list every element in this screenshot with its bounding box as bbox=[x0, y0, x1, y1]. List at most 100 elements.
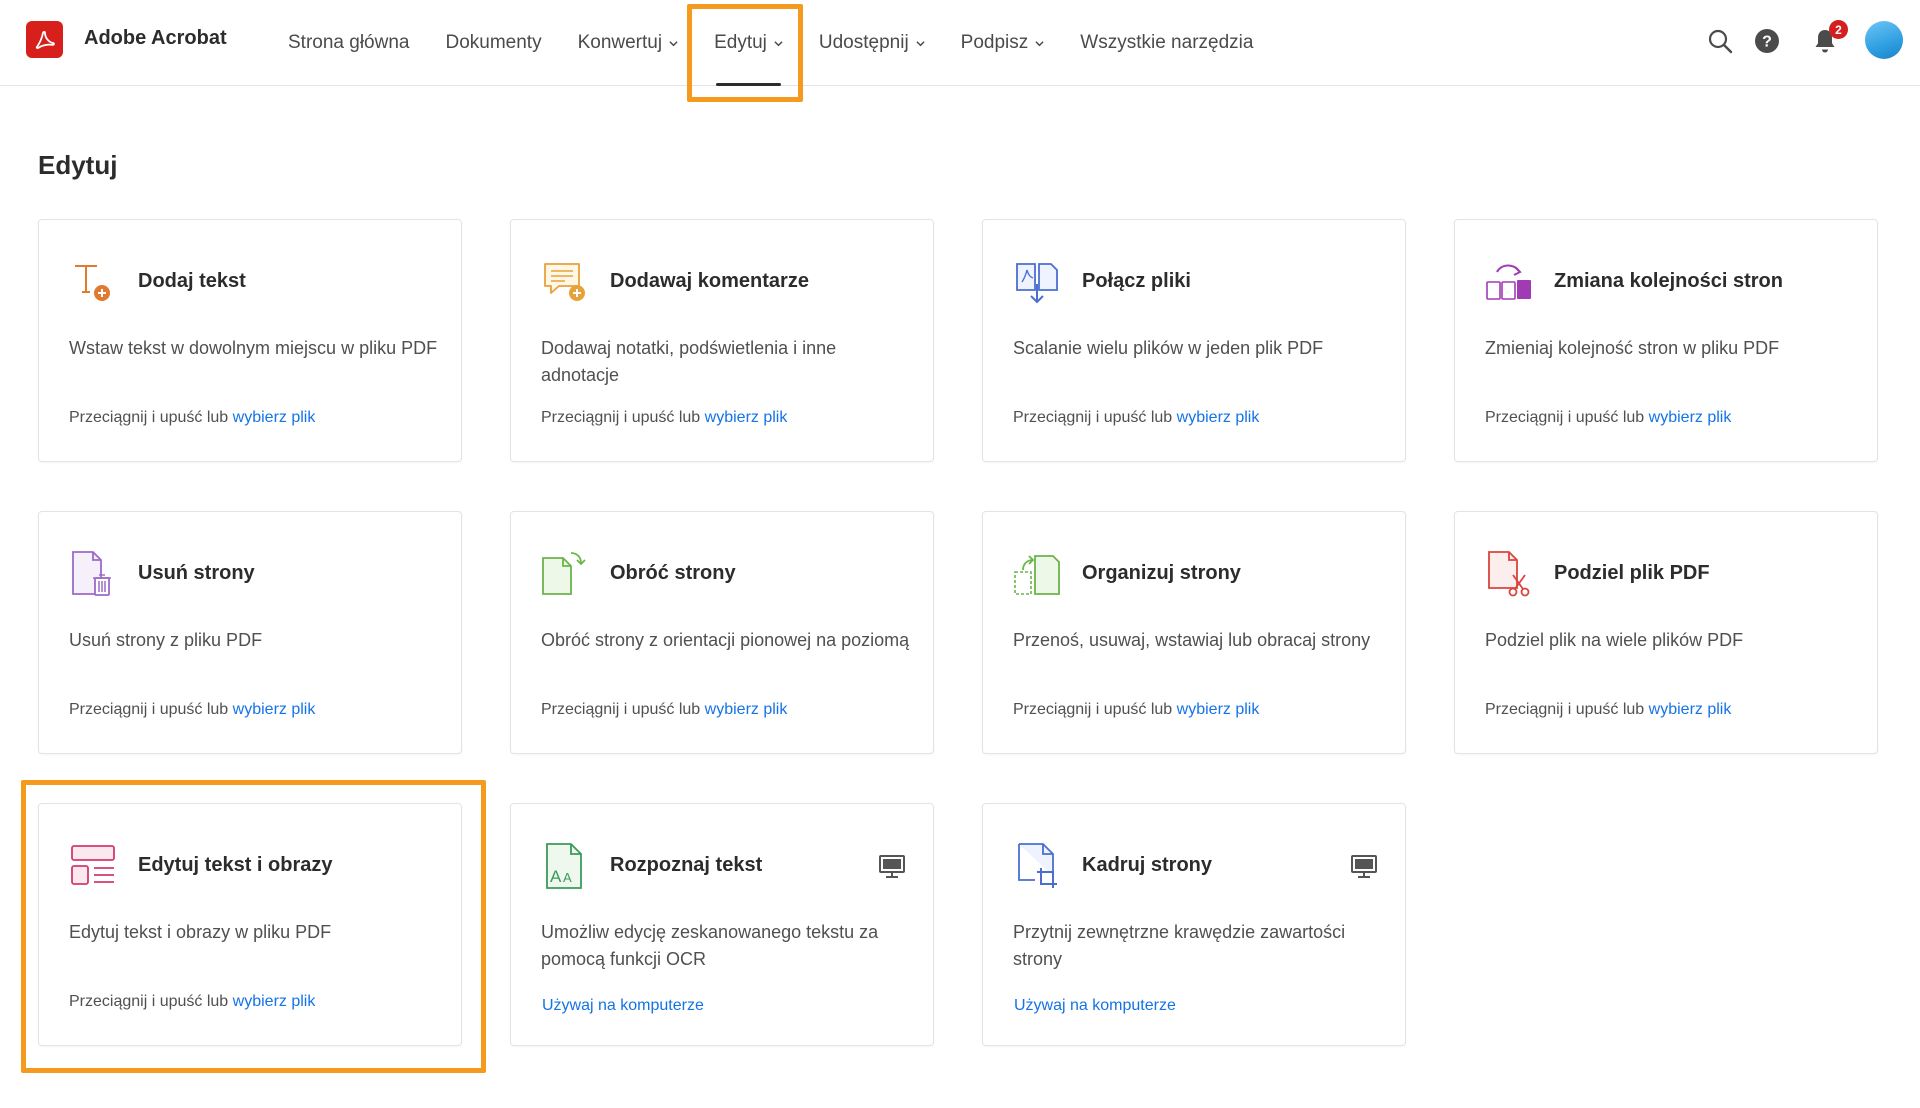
nav-share[interactable]: Udostępnij bbox=[801, 0, 943, 86]
tool-card-delete-pages[interactable]: Usuń strony Usuń strony z pliku PDF Prze… bbox=[38, 511, 462, 754]
app-title[interactable]: Adobe Acrobat bbox=[84, 27, 227, 50]
nav-share-label: Udostępnij bbox=[818, 32, 909, 53]
nav-documents[interactable]: Dokumenty bbox=[427, 0, 559, 86]
card-description: Scalanie wielu plików w jeden plik PDF bbox=[1013, 338, 1324, 358]
rotate-pages-icon bbox=[542, 552, 586, 595]
card-title: Rozpoznaj tekst bbox=[610, 854, 763, 876]
choose-file-link[interactable]: wybierz plik bbox=[233, 993, 316, 1010]
notifications-bell-icon[interactable]: 2 bbox=[1808, 20, 1848, 62]
chevron-down-icon bbox=[1035, 40, 1044, 46]
card-action: Przeciągnij i upuść lub wybierz plik bbox=[1013, 701, 1259, 719]
reorder-pages-icon bbox=[1486, 264, 1531, 300]
card-description: Umożliw edycję zeskanowanego tekstu za p… bbox=[541, 922, 879, 969]
card-description: Usuń strony z pliku PDF bbox=[69, 630, 263, 650]
drag-drop-text: Przeciągnij i upuść lub bbox=[1485, 701, 1645, 718]
active-tab-underline bbox=[716, 83, 781, 86]
tool-card-split-pdf[interactable]: Podziel plik PDF Podziel plik na wiele p… bbox=[1454, 511, 1878, 754]
card-action: Przeciągnij i upuść lub wybierz plik bbox=[69, 409, 315, 427]
card-title: Połącz pliki bbox=[1082, 270, 1191, 292]
card-description: Zmieniaj kolejność stron w pliku PDF bbox=[1485, 338, 1780, 358]
drag-drop-text: Przeciągnij i upuść lub bbox=[1485, 409, 1645, 426]
card-title: Podziel plik PDF bbox=[1554, 562, 1710, 584]
nav-all-tools[interactable]: Wszystkie narzędzia bbox=[1062, 0, 1271, 86]
nav-edit-label: Edytuj bbox=[714, 32, 767, 53]
chevron-down-icon bbox=[774, 40, 783, 46]
choose-file-link[interactable]: wybierz plik bbox=[1177, 701, 1260, 718]
choose-file-link[interactable]: wybierz plik bbox=[705, 409, 788, 426]
nav-sign-label: Podpisz bbox=[960, 32, 1029, 53]
card-description: Przytnij zewnętrzne krawędzie zawartości… bbox=[1013, 922, 1346, 969]
card-title: Dodaj tekst bbox=[138, 270, 246, 292]
crop-pages-icon bbox=[1018, 843, 1057, 888]
help-icon[interactable]: ? bbox=[1750, 20, 1784, 62]
choose-file-link[interactable]: wybierz plik bbox=[233, 701, 316, 718]
choose-file-link[interactable]: wybierz plik bbox=[233, 409, 316, 426]
chevron-down-icon bbox=[916, 40, 925, 46]
use-on-desktop-link[interactable]: Używaj na komputerze bbox=[1014, 997, 1176, 1015]
top-bar: Adobe Acrobat Strona główna Dokumenty Ko… bbox=[0, 0, 1920, 86]
card-title: Obróć strony bbox=[610, 562, 736, 584]
nav-home-label: Strona główna bbox=[288, 32, 410, 53]
notifications-badge: 2 bbox=[1829, 20, 1848, 39]
choose-file-link[interactable]: wybierz plik bbox=[1649, 409, 1732, 426]
card-action: Przeciągnij i upuść lub wybierz plik bbox=[541, 409, 787, 427]
drag-drop-text: Przeciągnij i upuść lub bbox=[541, 701, 701, 718]
acrobat-logo-icon[interactable] bbox=[26, 21, 63, 58]
tool-card-edit-text-images[interactable]: Edytuj tekst i obrazy Edytuj tekst i obr… bbox=[38, 803, 462, 1046]
desktop-icon bbox=[879, 855, 905, 878]
card-description: Podziel plik na wiele plików PDF bbox=[1485, 630, 1744, 650]
avatar bbox=[1865, 21, 1903, 59]
use-on-desktop-link[interactable]: Używaj na komputerze bbox=[542, 997, 704, 1015]
card-title: Kadruj strony bbox=[1082, 854, 1213, 876]
nav-convert-label: Konwertuj bbox=[577, 32, 663, 53]
combine-files-icon bbox=[1016, 263, 1058, 304]
add-text-icon bbox=[75, 265, 110, 301]
card-title: Edytuj tekst i obrazy bbox=[138, 854, 333, 876]
desktop-icon bbox=[1351, 855, 1377, 878]
tool-card-crop-pages[interactable]: Kadruj strony Przytnij zewnętrzne krawęd… bbox=[982, 803, 1406, 1046]
tool-card-reorder-pages[interactable]: Zmiana kolejności stron Zmieniaj kolejno… bbox=[1454, 219, 1878, 462]
card-description: Przenoś, usuwaj, wstawiaj lub obracaj st… bbox=[1013, 630, 1371, 650]
ocr-icon: A A bbox=[546, 843, 582, 889]
choose-file-link[interactable]: wybierz plik bbox=[1177, 409, 1260, 426]
nav-sign[interactable]: Podpisz bbox=[943, 0, 1063, 86]
chevron-down-icon bbox=[669, 40, 678, 46]
drag-drop-text: Przeciągnij i upuść lub bbox=[69, 993, 229, 1010]
card-action: Przeciągnij i upuść lub wybierz plik bbox=[69, 701, 315, 719]
nav-all-tools-label: Wszystkie narzędzia bbox=[1080, 32, 1254, 53]
page-title: Edytuj bbox=[38, 150, 118, 180]
tool-card-combine-files[interactable]: Połącz pliki Scalanie wielu plików w jed… bbox=[982, 219, 1406, 462]
choose-file-link[interactable]: wybierz plik bbox=[705, 701, 788, 718]
nav-home[interactable]: Strona główna bbox=[270, 0, 427, 86]
add-comment-icon bbox=[544, 263, 585, 301]
search-icon[interactable] bbox=[1703, 20, 1737, 62]
card-description: Wstaw tekst w dowolnym miejscu w pliku P… bbox=[69, 338, 438, 358]
nav-convert[interactable]: Konwertuj bbox=[560, 0, 697, 86]
svg-text:A: A bbox=[563, 870, 572, 885]
tool-card-recognize-text[interactable]: A A Rozpoznaj tekst Umożliw edycję zeska… bbox=[510, 803, 934, 1046]
drag-drop-text: Przeciągnij i upuść lub bbox=[69, 409, 229, 426]
edit-text-images-icon bbox=[71, 845, 115, 885]
card-title: Dodawaj komentarze bbox=[610, 270, 809, 292]
organize-pages-icon bbox=[1014, 555, 1060, 595]
card-action: Przeciągnij i upuść lub wybierz plik bbox=[541, 701, 787, 719]
card-title: Usuń strony bbox=[138, 562, 255, 584]
nav-documents-label: Dokumenty bbox=[445, 32, 542, 53]
drag-drop-text: Przeciągnij i upuść lub bbox=[541, 409, 701, 426]
tool-card-add-comments[interactable]: Dodawaj komentarze Dodawaj notatki, podś… bbox=[510, 219, 934, 462]
card-description: Edytuj tekst i obrazy w pliku PDF bbox=[69, 922, 332, 942]
card-action: Przeciągnij i upuść lub wybierz plik bbox=[69, 993, 315, 1011]
nav-edit[interactable]: Edytuj bbox=[696, 0, 801, 86]
tool-card-add-text[interactable]: Dodaj tekst Wstaw tekst w dowolnym miejs… bbox=[38, 219, 462, 462]
choose-file-link[interactable]: wybierz plik bbox=[1649, 701, 1732, 718]
user-avatar[interactable] bbox=[1864, 19, 1904, 61]
drag-drop-text: Przeciągnij i upuść lub bbox=[69, 701, 229, 718]
card-description: Dodawaj notatki, podświetlenia i inne ad… bbox=[541, 338, 837, 385]
card-action: Przeciągnij i upuść lub wybierz plik bbox=[1485, 409, 1731, 427]
drag-drop-text: Przeciągnij i upuść lub bbox=[1013, 409, 1173, 426]
tool-card-rotate-pages[interactable]: Obróć strony Obróć strony z orientacji p… bbox=[510, 511, 934, 754]
card-title: Organizuj strony bbox=[1082, 562, 1241, 584]
tool-card-organize-pages[interactable]: Organizuj strony Przenoś, usuwaj, wstawi… bbox=[982, 511, 1406, 754]
svg-text:A: A bbox=[550, 867, 562, 886]
main-nav: Strona główna Dokumenty Konwertuj Edytuj… bbox=[270, 0, 1271, 86]
